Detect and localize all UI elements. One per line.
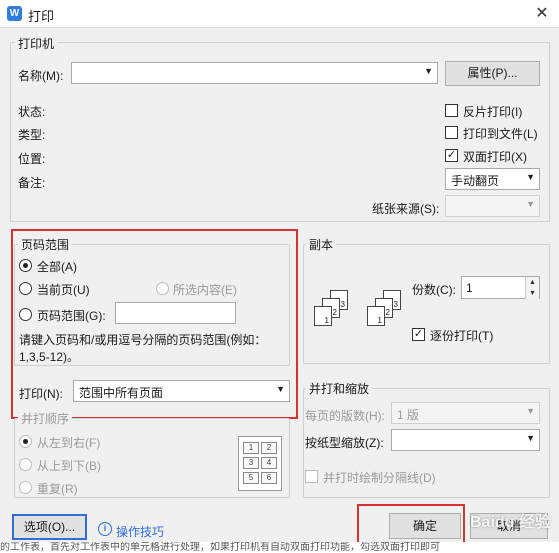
collate-checkbox[interactable]: ✓ [412,328,425,341]
copies-count-label: 份数(C): [412,283,456,297]
range-current-label: 当前页(U) [37,283,90,297]
status-label: 状态: [18,105,46,119]
order-repeat-radio[interactable] [19,481,32,494]
copy-page-icon: 1 [367,306,385,326]
chevron-down-icon: ▼ [526,433,535,443]
print-what-value: 范围中所有页面 [79,386,164,400]
order-repeat-label: 重复(R) [37,482,78,496]
range-all-label: 全部(A) [37,260,77,274]
page-range-group-label: 页码范围 [18,236,73,253]
wps-logo-icon: W [7,6,22,21]
pages-per-sheet-label: 每页的版数(H): [305,409,385,423]
reverse-print-label: 反片打印(I) [463,105,523,119]
print-what-label: 打印(N): [19,387,63,401]
duplex-print-checkbox[interactable]: ✓ [445,149,458,162]
comment-label: 备注: [18,176,46,190]
range-selection-radio[interactable] [156,282,169,295]
print-to-file-checkbox[interactable] [445,126,458,139]
spin-up-icon[interactable]: ▲ [525,277,539,288]
options-button[interactable]: 选项(O)... [12,514,87,540]
background-document-text: 的工作表，首先对工作表中的单元格进行处理，如果打印机有自动双面打印功能，勾选双面… [0,542,559,553]
duplex-print-label: 双面打印(X) [463,150,527,164]
window-title: 打印 [28,9,55,24]
spin-down-icon[interactable]: ▼ [525,288,539,299]
chevron-down-icon: ▼ [276,384,285,394]
baidu-watermark: Baidu 经验 [470,514,551,531]
print-to-file-label: 打印到文件(L) [463,127,538,141]
zoom-group-label: 并打和缩放 [306,380,373,397]
draw-lines-checkbox[interactable] [305,470,318,483]
chevron-down-icon: ▼ [526,406,535,416]
order-cell: 1 [243,442,259,454]
paper-source-label: 纸张来源(S): [372,202,440,216]
duplex-mode-value: 手动翻页 [451,174,500,188]
type-label: 类型: [18,128,46,142]
printer-name-select[interactable]: ▼ [71,62,438,84]
order-cell: 6 [261,472,277,484]
paper-source-select[interactable]: ▼ [445,195,540,217]
chevron-down-icon: ▼ [424,66,433,76]
pages-per-sheet-value: 1 版 [397,408,420,422]
order-left-to-right-radio[interactable] [19,435,32,448]
page-range-hint: 请键入页码和/或用逗号分隔的页码范围(例如：1,3,5-12)。 [19,333,267,364]
highlight-box-ok [357,504,465,547]
order-cell: 4 [261,457,277,469]
properties-button[interactable]: 属性(P)... [445,61,540,86]
title-bar [0,0,559,28]
copies-count-spinner[interactable]: 1 ▲ ▼ [461,276,540,299]
order-cell: 5 [243,472,259,484]
scale-label: 按纸型缩放(Z): [305,436,384,450]
order-cell: 3 [243,457,259,469]
printer-name-label: 名称(M): [18,69,64,83]
printer-group-label: 打印机 [15,35,58,52]
order-cell: 2 [261,442,277,454]
copy-page-icon: 1 [314,306,332,326]
draw-lines-label: 并打时绘制分隔线(D) [323,471,436,485]
copies-count-value: 1 [466,281,473,295]
scale-select[interactable]: ▼ [391,429,540,451]
tips-link[interactable]: 操作技巧 [116,523,164,540]
page-range-input[interactable] [115,302,236,324]
range-current-radio[interactable] [19,282,32,295]
collate-label: 逐份打印(T) [430,329,494,343]
info-icon: i [98,522,112,536]
copies-group-label: 副本 [306,236,337,253]
chevron-down-icon: ▼ [526,199,535,209]
pages-per-sheet-select[interactable]: 1 版 ▼ [391,402,540,424]
order-left-to-right-label: 从左到右(F) [37,436,101,450]
range-all-radio[interactable] [19,259,32,272]
location-label: 位置: [18,152,46,166]
order-top-to-bottom-radio[interactable] [19,458,32,471]
order-top-to-bottom-label: 从上到下(B) [37,459,101,473]
range-pages-label: 页码范围(G): [37,309,106,323]
reverse-print-checkbox[interactable] [445,104,458,117]
chevron-down-icon: ▼ [526,172,535,182]
range-pages-radio[interactable] [19,308,32,321]
print-order-group-label: 并打顺序 [18,410,73,427]
duplex-mode-select[interactable]: 手动翻页 ▼ [445,168,540,190]
range-selection-label: 所选内容(E) [173,283,237,297]
print-what-select[interactable]: 范围中所有页面 ▼ [73,380,290,402]
close-icon[interactable]: ✕ [530,3,554,25]
